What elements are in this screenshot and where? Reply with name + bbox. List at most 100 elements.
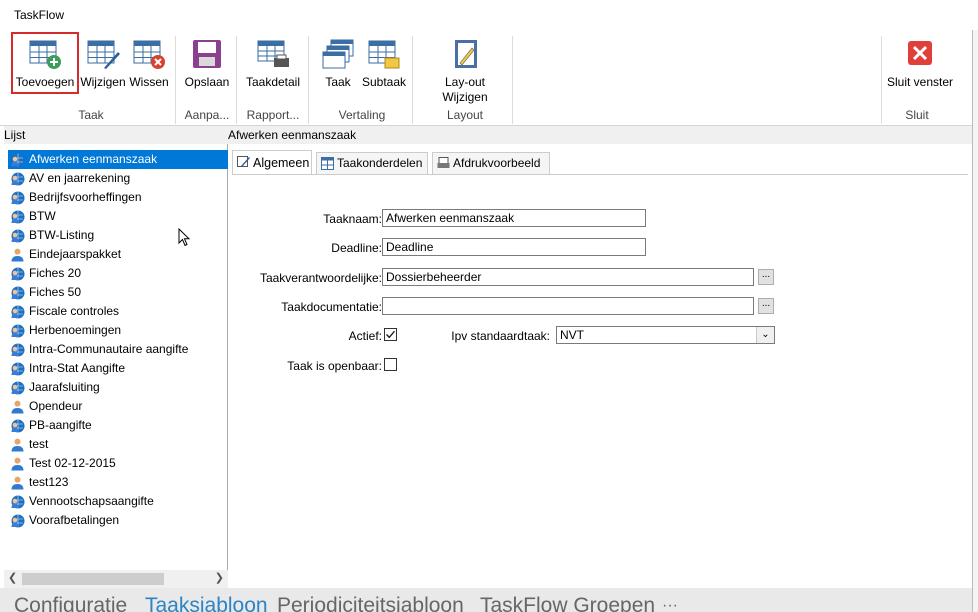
subtask-table-icon — [368, 40, 400, 69]
save-button[interactable]: Opslaan — [180, 34, 234, 92]
list-item-label: Intra-Communautaire aangifte — [29, 342, 189, 356]
translate-subtask-button[interactable]: Subtaak — [360, 34, 408, 92]
ipv-standaardtaak-label: Ipv standaardtaak: — [451, 329, 550, 343]
actief-checkbox[interactable] — [384, 328, 397, 341]
layout-edit-button-label: Lay-out Wijzigen — [430, 75, 500, 105]
nav-configuratie[interactable]: Configuratie — [14, 592, 127, 612]
close-icon — [908, 41, 932, 65]
taakverantwoordelijke-browse-button[interactable]: ... — [758, 269, 774, 285]
nav-taaksjabloon[interactable]: Taaksjabloon — [145, 592, 268, 612]
list-item[interactable]: Afwerken eenmanszaak — [8, 150, 228, 169]
list-item[interactable]: Eindejaarspakket — [8, 245, 228, 264]
globe-user-icon — [11, 343, 25, 357]
list-item[interactable]: Fiches 50 — [8, 283, 228, 302]
horizontal-scrollbar[interactable]: ❮ ❯ — [4, 570, 228, 588]
globe-user-icon — [11, 324, 25, 338]
list-item[interactable]: Test 02-12-2015 — [8, 454, 228, 473]
nav-taskflow-groepen[interactable]: TaskFlow Groepen — [480, 592, 655, 612]
openbaar-checkbox[interactable] — [384, 358, 397, 371]
scroll-left-icon[interactable]: ❮ — [8, 571, 17, 584]
edit-button[interactable]: Wijzigen — [79, 34, 127, 92]
translate-subtask-button-label: Subtaak — [361, 75, 407, 89]
list-item-label: Fiches 50 — [29, 285, 82, 299]
list-item[interactable]: Fiches 20 — [8, 264, 228, 283]
group-sluit: Sluit — [905, 108, 929, 122]
list-item-label: test123 — [29, 475, 69, 489]
list-item[interactable]: Jaarafsluiting — [8, 378, 228, 397]
deadline-field[interactable]: Deadline — [382, 238, 646, 256]
user-icon — [11, 400, 24, 414]
list-item[interactable]: Herbenoemingen — [8, 321, 228, 340]
tab-afdrukvoorbeeld[interactable]: Afdrukvoorbeeld — [432, 152, 550, 174]
table-edit-icon — [87, 40, 120, 69]
list-item[interactable]: PB-aangifte — [8, 416, 228, 435]
ribbon-separator — [512, 36, 513, 124]
user-icon — [11, 438, 24, 452]
globe-user-icon — [11, 514, 25, 528]
title-bar: TaskFlow — [0, 0, 978, 30]
floppy-save-icon — [193, 40, 221, 68]
list-panel: Lijst Afwerken eenmanszaak AV en jaarreke… — [4, 126, 228, 588]
user-icon — [11, 476, 24, 490]
list-item[interactable]: Voorafbetalingen — [8, 511, 228, 530]
translate-task-button[interactable]: Taak — [316, 34, 360, 92]
list-item-label: Herbenoemingen — [29, 323, 122, 337]
window-title: TaskFlow — [14, 8, 65, 22]
layout-edit-button[interactable]: Lay-out Wijzigen — [430, 34, 500, 104]
nav-periodiciteitsjabloon[interactable]: Periodiciteitsjabloon — [277, 592, 464, 612]
globe-user-icon — [11, 210, 25, 224]
taakdocumentatie-field[interactable] — [382, 297, 754, 315]
taaknaam-field[interactable]: Afwerken eenmanszaak — [382, 209, 646, 227]
list-item[interactable]: Vennootschapsaangifte — [8, 492, 228, 511]
list-item-label: Bedrijfsvoorheffingen — [29, 190, 142, 204]
close-window-button[interactable]: Sluit venster — [884, 34, 956, 92]
chevron-down-icon[interactable]: ⌄ — [756, 327, 774, 343]
ribbon-separator — [881, 36, 882, 124]
list-panel-header: Lijst — [4, 126, 228, 144]
group-vertaling: Vertaling — [338, 108, 386, 122]
list-item-label: Opendeur — [29, 399, 83, 413]
ribbon-separator — [412, 36, 413, 124]
group-layout: Layout — [446, 108, 484, 122]
checkmark-icon — [386, 330, 396, 339]
list-item[interactable]: BTW — [8, 207, 228, 226]
taakdocumentatie-browse-button[interactable]: ... — [758, 298, 774, 314]
add-button[interactable]: Toevoegen — [11, 32, 79, 94]
ribbon-separator — [175, 36, 176, 124]
ipv-standaardtaak-value: NVT — [560, 328, 584, 342]
list-item[interactable]: Fiscale controles — [8, 302, 228, 321]
delete-button[interactable]: Wissen — [127, 34, 171, 92]
task-detail-button[interactable]: Taakdetail — [240, 34, 306, 92]
taakverantwoordelijke-field[interactable]: Dossierbeheerder — [382, 268, 754, 286]
globe-user-icon — [11, 191, 25, 205]
group-rapport: Rapport... — [246, 108, 300, 122]
openbaar-label: Taak is openbaar: — [287, 359, 382, 373]
ribbon-separator — [308, 36, 309, 124]
ipv-standaardtaak-select[interactable]: NVT ⌄ — [556, 326, 775, 344]
deadline-label: Deadline: — [331, 241, 382, 255]
list-item[interactable]: Intra-Stat Aangifte — [8, 359, 228, 378]
tab-taakonderdelen[interactable]: Taakonderdelen — [316, 152, 428, 174]
ribbon: Toevoegen Wijzigen Wissen Taak Opslaan A… — [0, 30, 978, 126]
scroll-right-icon[interactable]: ❯ — [215, 571, 224, 584]
scrollbar-thumb[interactable] — [22, 573, 164, 585]
task-template-list[interactable]: Afwerken eenmanszaak AV en jaarrekening Be… — [8, 150, 228, 530]
list-item[interactable]: Bedrijfsvoorheffingen — [8, 188, 228, 207]
list-item[interactable]: AV en jaarrekening — [8, 169, 228, 188]
user-icon — [11, 457, 24, 471]
list-item[interactable]: BTW-Listing — [8, 226, 228, 245]
stacked-table-icon — [322, 39, 354, 69]
window-right-edge — [972, 30, 978, 612]
list-item-label: test — [29, 437, 49, 451]
taaknaam-label: Taaknaam: — [323, 212, 382, 226]
list-item[interactable]: Intra-Communautaire aangifte — [8, 340, 228, 359]
more-icon[interactable]: ··· — [662, 592, 678, 612]
user-icon — [11, 248, 24, 262]
edit-form-icon — [237, 156, 250, 167]
list-item-label: Voorafbetalingen — [29, 513, 120, 527]
list-item[interactable]: test123 — [8, 473, 228, 492]
list-item[interactable]: test — [8, 435, 228, 454]
tab-algemeen[interactable]: Algemeen — [232, 150, 312, 174]
list-item-label: Fiches 20 — [29, 266, 82, 280]
list-item[interactable]: Opendeur — [8, 397, 228, 416]
